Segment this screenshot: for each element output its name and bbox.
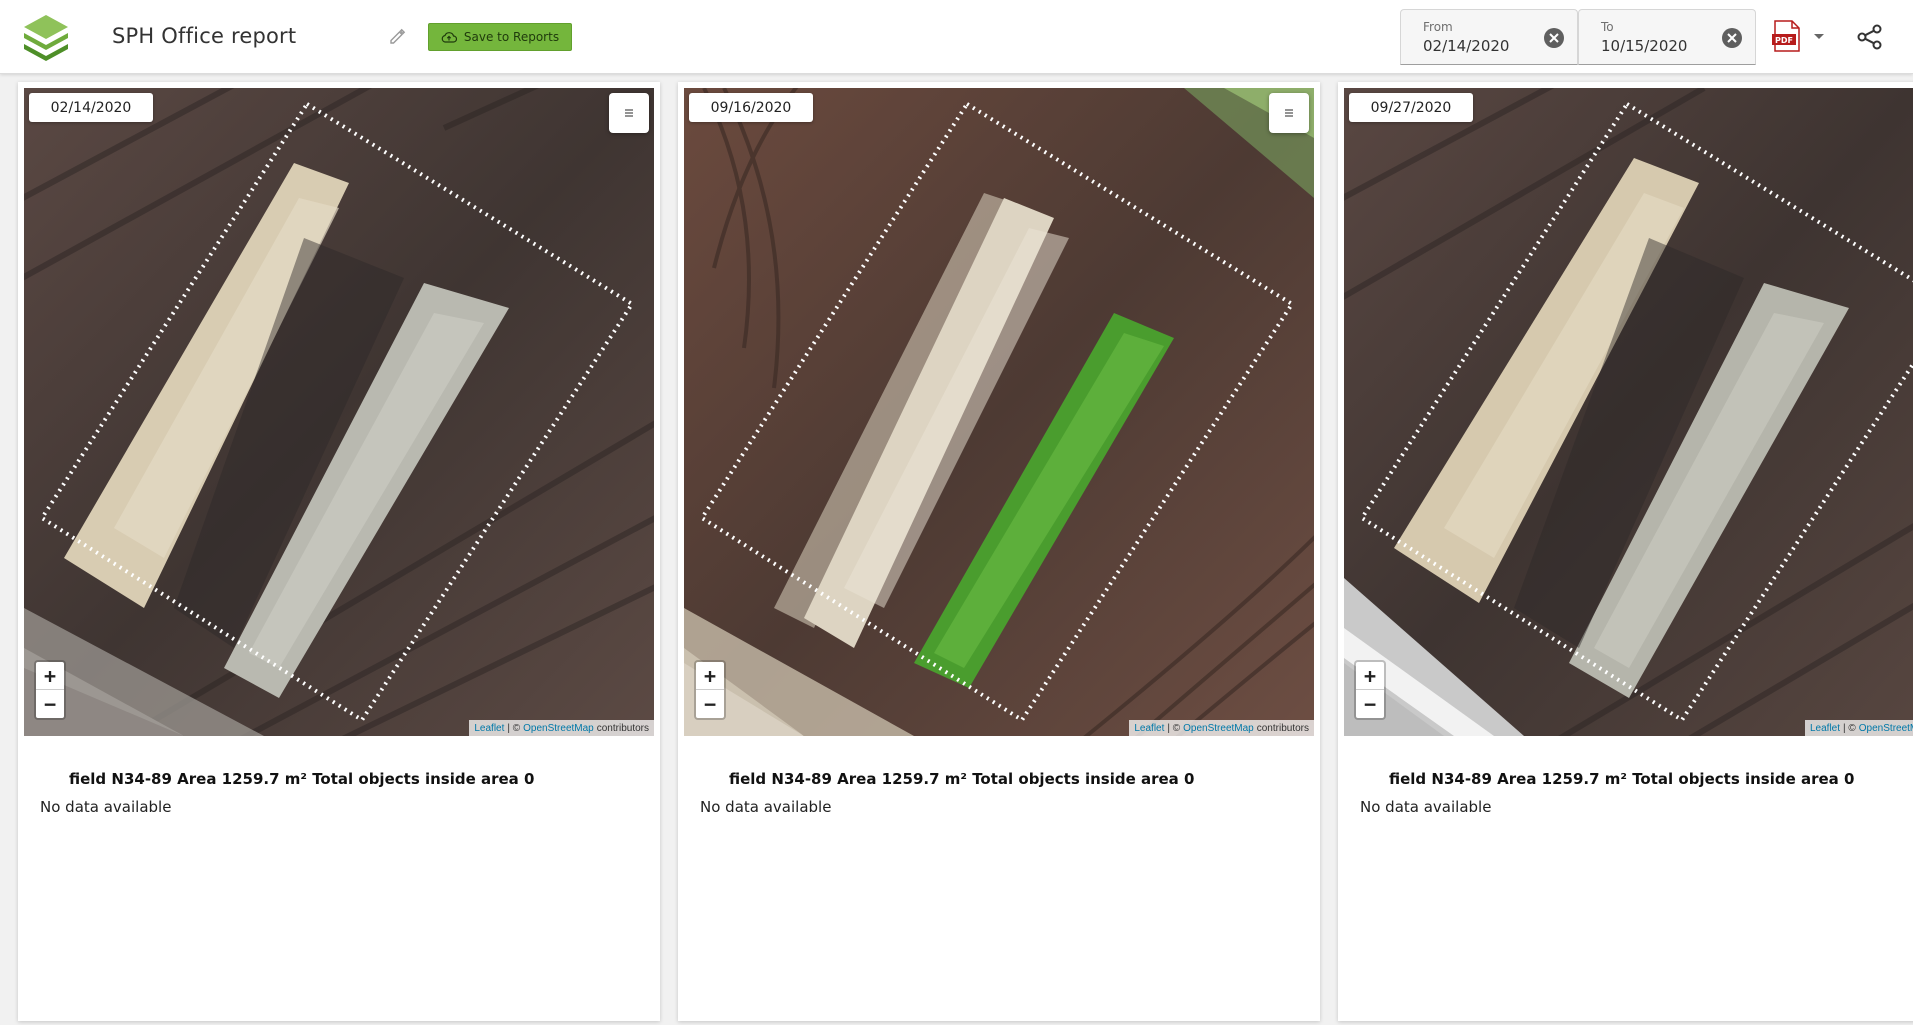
image-date-badge[interactable]: 02/14/2020 [29,93,153,122]
pdf-file-icon[interactable]: PDF [1772,20,1802,52]
map-attribution: Leaflet | © OpenStreetMap contributors [469,720,654,736]
aerial-imagery [1344,88,1913,736]
attribution-contributors: contributors [596,722,649,734]
layers-control-icon[interactable] [1269,93,1309,133]
pencil-icon[interactable] [388,26,408,46]
from-date-value[interactable]: 02/14/2020 [1423,37,1509,55]
zoom-control: + − [1354,660,1386,720]
zoom-in-button[interactable]: + [1356,662,1384,690]
attribution-contributors: contributors [1256,722,1309,734]
to-label: To [1601,20,1614,34]
field-summary: field N34-89 Area 1259.7 m² Total object… [729,770,1195,788]
zoom-out-button[interactable]: − [36,690,64,718]
layers-control-icon[interactable] [609,93,649,133]
zoom-in-button[interactable]: + [36,662,64,690]
chevron-down-icon[interactable] [1811,28,1827,44]
leaflet-link[interactable]: Leaflet [474,723,504,734]
from-date-field[interactable]: From 02/14/2020 [1400,9,1578,65]
zoom-in-button[interactable]: + [696,662,724,690]
zoom-out-button[interactable]: − [1356,690,1384,718]
openstreetmap-link[interactable]: OpenStreetMap [1183,723,1254,734]
map-attribution: Leaflet | © OpenStreetMap contributors [1129,720,1314,736]
to-date-field[interactable]: To 10/15/2020 [1578,9,1756,65]
zoom-control: + − [694,660,726,720]
from-label: From [1423,20,1453,34]
svg-text:PDF: PDF [1775,36,1793,45]
map-view-2[interactable]: 09/16/2020 + − Leaflet | © OpenStreetMap… [684,88,1314,736]
cloud-upload-icon [441,32,457,43]
image-date-badge[interactable]: 09/16/2020 [689,93,813,122]
no-data-message: No data available [700,798,832,816]
no-data-message: No data available [1360,798,1492,816]
clear-to-icon[interactable] [1721,27,1743,49]
no-data-message: No data available [40,798,172,816]
attribution-separator: | © [1167,722,1181,734]
to-date-value[interactable]: 10/15/2020 [1601,37,1687,55]
layers-logo-icon[interactable] [21,13,71,61]
clear-from-icon[interactable] [1543,27,1565,49]
openstreetmap-link[interactable]: OpenStreetMap [1859,723,1913,734]
aerial-imagery [24,88,654,736]
report-panel-1: 02/14/2020 + − Leaflet | © OpenStreetMap… [18,82,660,1021]
map-view-3[interactable]: 09/27/2020 + − Leaflet | © OpenStreetMap… [1344,88,1913,736]
leaflet-link[interactable]: Leaflet [1810,723,1840,734]
map-view-1[interactable]: 02/14/2020 + − Leaflet | © OpenStreetMap… [24,88,654,736]
app-header: SPH Office report Save to Reports From 0… [0,0,1913,74]
report-panel-2: 09/16/2020 + − Leaflet | © OpenStreetMap… [678,82,1320,1021]
zoom-control: + − [34,660,66,720]
save-button-label: Save to Reports [463,30,560,44]
field-summary: field N34-89 Area 1259.7 m² Total object… [1389,770,1855,788]
leaflet-link[interactable]: Leaflet [1134,723,1164,734]
save-to-reports-button[interactable]: Save to Reports [428,23,572,51]
field-summary: field N34-89 Area 1259.7 m² Total object… [69,770,535,788]
report-panel-3: 09/27/2020 + − Leaflet | © OpenStreetMap… [1338,82,1913,1021]
image-date-badge[interactable]: 09/27/2020 [1349,93,1473,122]
map-attribution: Leaflet | © OpenStreetMap contributors [1805,720,1913,736]
aerial-imagery [684,88,1314,736]
report-title: SPH Office report [112,24,297,48]
attribution-separator: | © [1843,722,1856,734]
attribution-separator: | © [507,722,521,734]
openstreetmap-link[interactable]: OpenStreetMap [523,723,594,734]
zoom-out-button[interactable]: − [696,690,724,718]
share-icon[interactable] [1856,23,1884,51]
